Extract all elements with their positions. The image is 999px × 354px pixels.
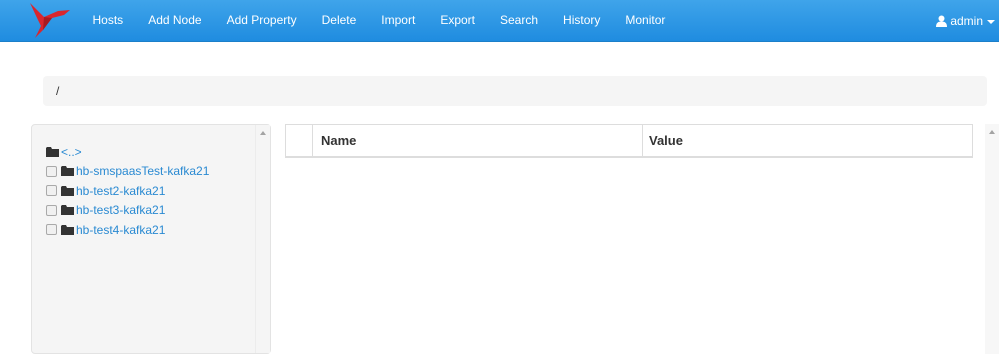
- nav-hosts[interactable]: Hosts: [80, 0, 136, 41]
- user-icon: [936, 15, 948, 27]
- tree-node-link[interactable]: hb-smspaasTest-kafka21: [76, 164, 209, 178]
- breadcrumb-path[interactable]: /: [56, 76, 59, 106]
- top-navbar: Hosts Add Node Add Property Delete Impor…: [0, 0, 999, 42]
- value-column-header[interactable]: Value: [642, 124, 973, 158]
- node-tree-list: <..> hb-smspaasTest-kafka21 hb-test2-kaf…: [46, 142, 209, 240]
- nav-monitor[interactable]: Monitor: [613, 0, 678, 41]
- tree-node-checkbox[interactable]: [46, 185, 57, 197]
- tree-node-link[interactable]: hb-test3-kafka21: [76, 203, 165, 217]
- user-name: admin: [950, 13, 983, 28]
- tree-scrollbar[interactable]: [255, 125, 270, 353]
- folder-icon: [61, 166, 74, 177]
- select-column-header: [285, 124, 313, 158]
- tree-node-row: hb-test3-kafka21: [46, 201, 209, 221]
- red-bird-logo[interactable]: [28, 0, 74, 40]
- nav-add-property[interactable]: Add Property: [214, 0, 309, 41]
- scroll-up-arrow-icon[interactable]: [989, 130, 995, 134]
- tree-node-link[interactable]: hb-test4-kafka21: [76, 223, 165, 237]
- table-header-row: Name Value: [285, 124, 973, 158]
- nav-export[interactable]: Export: [428, 0, 488, 41]
- tree-node-checkbox[interactable]: [46, 204, 57, 216]
- tree-node-link[interactable]: hb-test2-kafka21: [76, 184, 165, 198]
- properties-table: Name Value: [285, 124, 973, 158]
- folder-icon: [61, 205, 74, 216]
- node-tree-panel: <..> hb-smspaasTest-kafka21 hb-test2-kaf…: [31, 124, 271, 354]
- nav-delete[interactable]: Delete: [309, 0, 369, 41]
- tree-node-row: hb-smspaasTest-kafka21: [46, 162, 209, 182]
- tree-node-row: hb-test4-kafka21: [46, 220, 209, 240]
- tree-parent-row[interactable]: <..>: [46, 142, 209, 162]
- tree-node-checkbox[interactable]: [46, 165, 57, 177]
- name-column-header[interactable]: Name: [312, 124, 643, 158]
- chevron-down-icon: [987, 19, 995, 24]
- page-scrollbar[interactable]: [985, 124, 999, 354]
- nav-history[interactable]: History: [551, 0, 613, 41]
- nav-add-node[interactable]: Add Node: [136, 0, 214, 41]
- nav-menu: Hosts Add Node Add Property Delete Impor…: [80, 0, 678, 41]
- tree-parent-link[interactable]: <..>: [61, 145, 82, 159]
- tree-node-row: hb-test2-kafka21: [46, 181, 209, 201]
- nav-search[interactable]: Search: [488, 0, 551, 41]
- tree-node-checkbox[interactable]: [46, 224, 57, 236]
- nav-import[interactable]: Import: [369, 0, 428, 41]
- breadcrumb: /: [43, 76, 987, 106]
- folder-icon: [61, 185, 74, 196]
- scroll-up-arrow-icon[interactable]: [260, 131, 266, 135]
- folder-icon: [61, 224, 74, 235]
- folder-icon: [46, 146, 59, 157]
- user-menu[interactable]: admin: [936, 0, 995, 41]
